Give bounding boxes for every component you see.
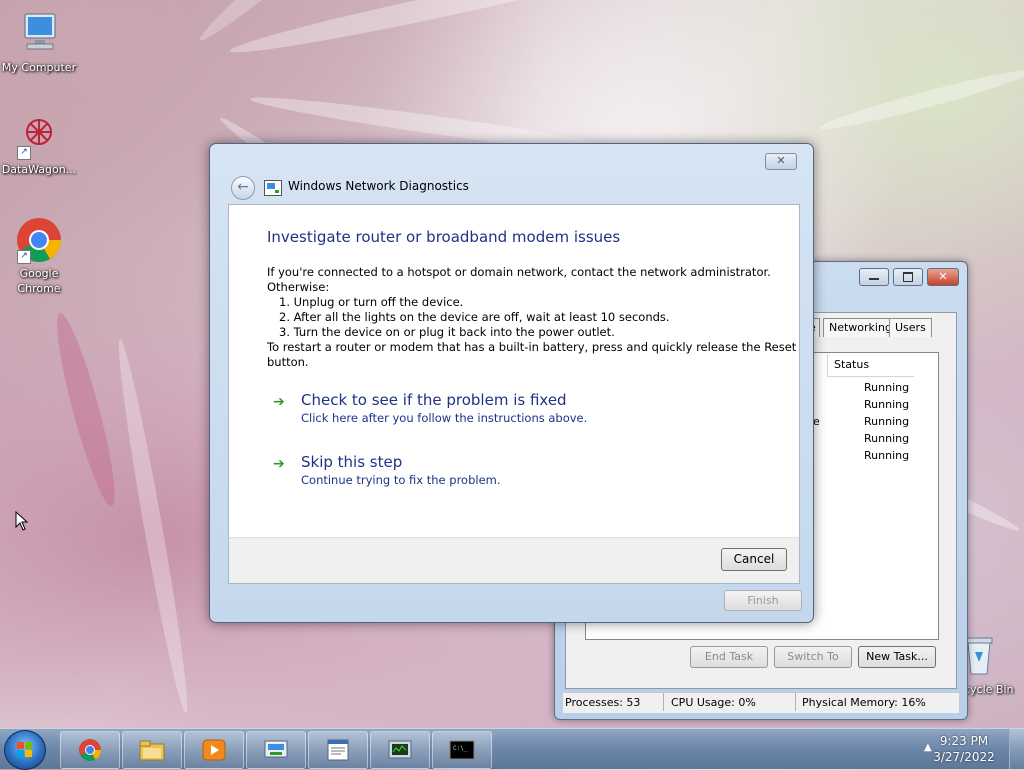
- restart-text-continued: button.: [267, 355, 309, 369]
- option-title: Check to see if the problem is fixed: [301, 391, 567, 409]
- list-item[interactable]: Running: [864, 415, 909, 428]
- desktop-icon-datawagon[interactable]: ↗ DataWagon...: [1, 112, 77, 177]
- switch-to-button[interactable]: Switch To: [774, 646, 852, 668]
- desktop-icon-label: cycle Bin: [964, 683, 1014, 696]
- option-subtitle: Continue trying to fix the problem.: [301, 473, 501, 487]
- show-hidden-icons-button[interactable]: ▲: [924, 742, 932, 753]
- close-button[interactable]: ✕: [765, 153, 797, 170]
- taskbar-network-diagnostics-button[interactable]: [246, 731, 306, 769]
- status-bar: Processes: 53 CPU Usage: 0% Physical Mem…: [563, 692, 959, 713]
- back-arrow-icon[interactable]: ←: [231, 176, 255, 200]
- tab-users[interactable]: Users: [889, 318, 932, 337]
- cpu-usage: CPU Usage: 0%: [671, 696, 756, 709]
- new-task-button[interactable]: New Task...: [858, 646, 936, 668]
- cancel-button[interactable]: Cancel: [721, 548, 787, 571]
- taskbar-explorer-button[interactable]: [122, 731, 182, 769]
- list-item[interactable]: Running: [864, 432, 909, 445]
- intro-text: If you're connected to a hotspot or doma…: [267, 265, 771, 279]
- physical-memory: Physical Memory: 16%: [802, 696, 926, 709]
- minimize-button[interactable]: [859, 268, 889, 286]
- desktop-icon-label: Google Chrome: [17, 267, 61, 295]
- otherwise-text: Otherwise:: [267, 280, 330, 294]
- mouse-cursor-icon: [15, 510, 29, 534]
- desktop-icon-label: My Computer: [1, 61, 77, 74]
- dialog-content: Investigate router or broadband modem is…: [228, 204, 800, 538]
- status-separator: [795, 693, 796, 711]
- shortcut-arrow-icon: ↗: [17, 250, 31, 264]
- processes-count: Processes: 53: [565, 696, 641, 709]
- media-player-icon: [200, 738, 228, 762]
- taskbar-document-button[interactable]: [308, 731, 368, 769]
- show-desktop-button[interactable]: [1009, 729, 1024, 769]
- datawagon-icon: ↗: [15, 112, 63, 160]
- column-header-status[interactable]: Status: [827, 354, 914, 377]
- taskbar-media-player-button[interactable]: [184, 731, 244, 769]
- dialog-footer: Cancel: [228, 537, 800, 584]
- chrome-icon: ↗: [15, 216, 63, 264]
- windows-logo-icon: [17, 742, 33, 758]
- step-item: 2. After all the lights on the device ar…: [279, 310, 670, 324]
- explorer-icon: [138, 738, 166, 762]
- close-button[interactable]: ✕: [927, 268, 959, 286]
- computer-icon: [15, 10, 63, 58]
- start-button[interactable]: [4, 730, 46, 770]
- desktop-icon-my-computer[interactable]: My Computer: [1, 10, 77, 75]
- svg-text:C:\_: C:\_: [453, 745, 468, 752]
- taskbar-task-manager-button[interactable]: [370, 731, 430, 769]
- dialog-title: Windows Network Diagnostics: [288, 179, 469, 193]
- step-item: 1. Unplug or turn off the device.: [279, 295, 464, 309]
- system-clock[interactable]: 9:23 PM 3/27/2022: [932, 733, 996, 765]
- restart-text: To restart a router or modem that has a …: [267, 340, 797, 354]
- green-arrow-icon: ➔: [273, 456, 285, 472]
- green-arrow-icon: ➔: [273, 394, 285, 410]
- shortcut-arrow-icon: ↗: [17, 146, 31, 160]
- option-subtitle: Click here after you follow the instruct…: [301, 411, 588, 425]
- cmd-icon: C:\_: [448, 738, 476, 762]
- tab-networking[interactable]: Networking: [823, 318, 898, 337]
- finish-button[interactable]: Finish: [724, 590, 802, 611]
- page-heading: Investigate router or broadband modem is…: [267, 228, 621, 246]
- network-diagnostics-icon: [264, 180, 282, 196]
- chrome-icon: [76, 738, 104, 762]
- network-icon: [262, 738, 290, 762]
- desktop-icon-label: DataWagon...: [1, 163, 77, 176]
- step-item: 3. Turn the device on or plug it back in…: [279, 325, 615, 339]
- taskbar: C:\_ ▲ 9:23 PM 3/27/2022: [0, 728, 1024, 770]
- clock-date: 3/27/2022: [933, 750, 995, 764]
- task-manager-icon: [386, 738, 414, 762]
- taskbar-cmd-button[interactable]: C:\_: [432, 731, 492, 769]
- maximize-button[interactable]: [893, 268, 923, 286]
- list-item[interactable]: Running: [864, 449, 909, 462]
- clock-time: 9:23 PM: [939, 734, 989, 748]
- list-item[interactable]: Running: [864, 398, 909, 411]
- list-item[interactable]: Running: [864, 381, 909, 394]
- network-diagnostics-dialog[interactable]: ✕ ← Windows Network Diagnostics Investig…: [209, 143, 814, 623]
- status-separator: [663, 693, 664, 711]
- taskbar-chrome-button[interactable]: [60, 731, 120, 769]
- end-task-button[interactable]: End Task: [690, 646, 768, 668]
- option-title: Skip this step: [301, 453, 403, 471]
- list-partial-text: e: [813, 415, 820, 428]
- document-icon: [324, 738, 352, 762]
- desktop-icon-google-chrome[interactable]: ↗ Google Chrome: [1, 216, 77, 296]
